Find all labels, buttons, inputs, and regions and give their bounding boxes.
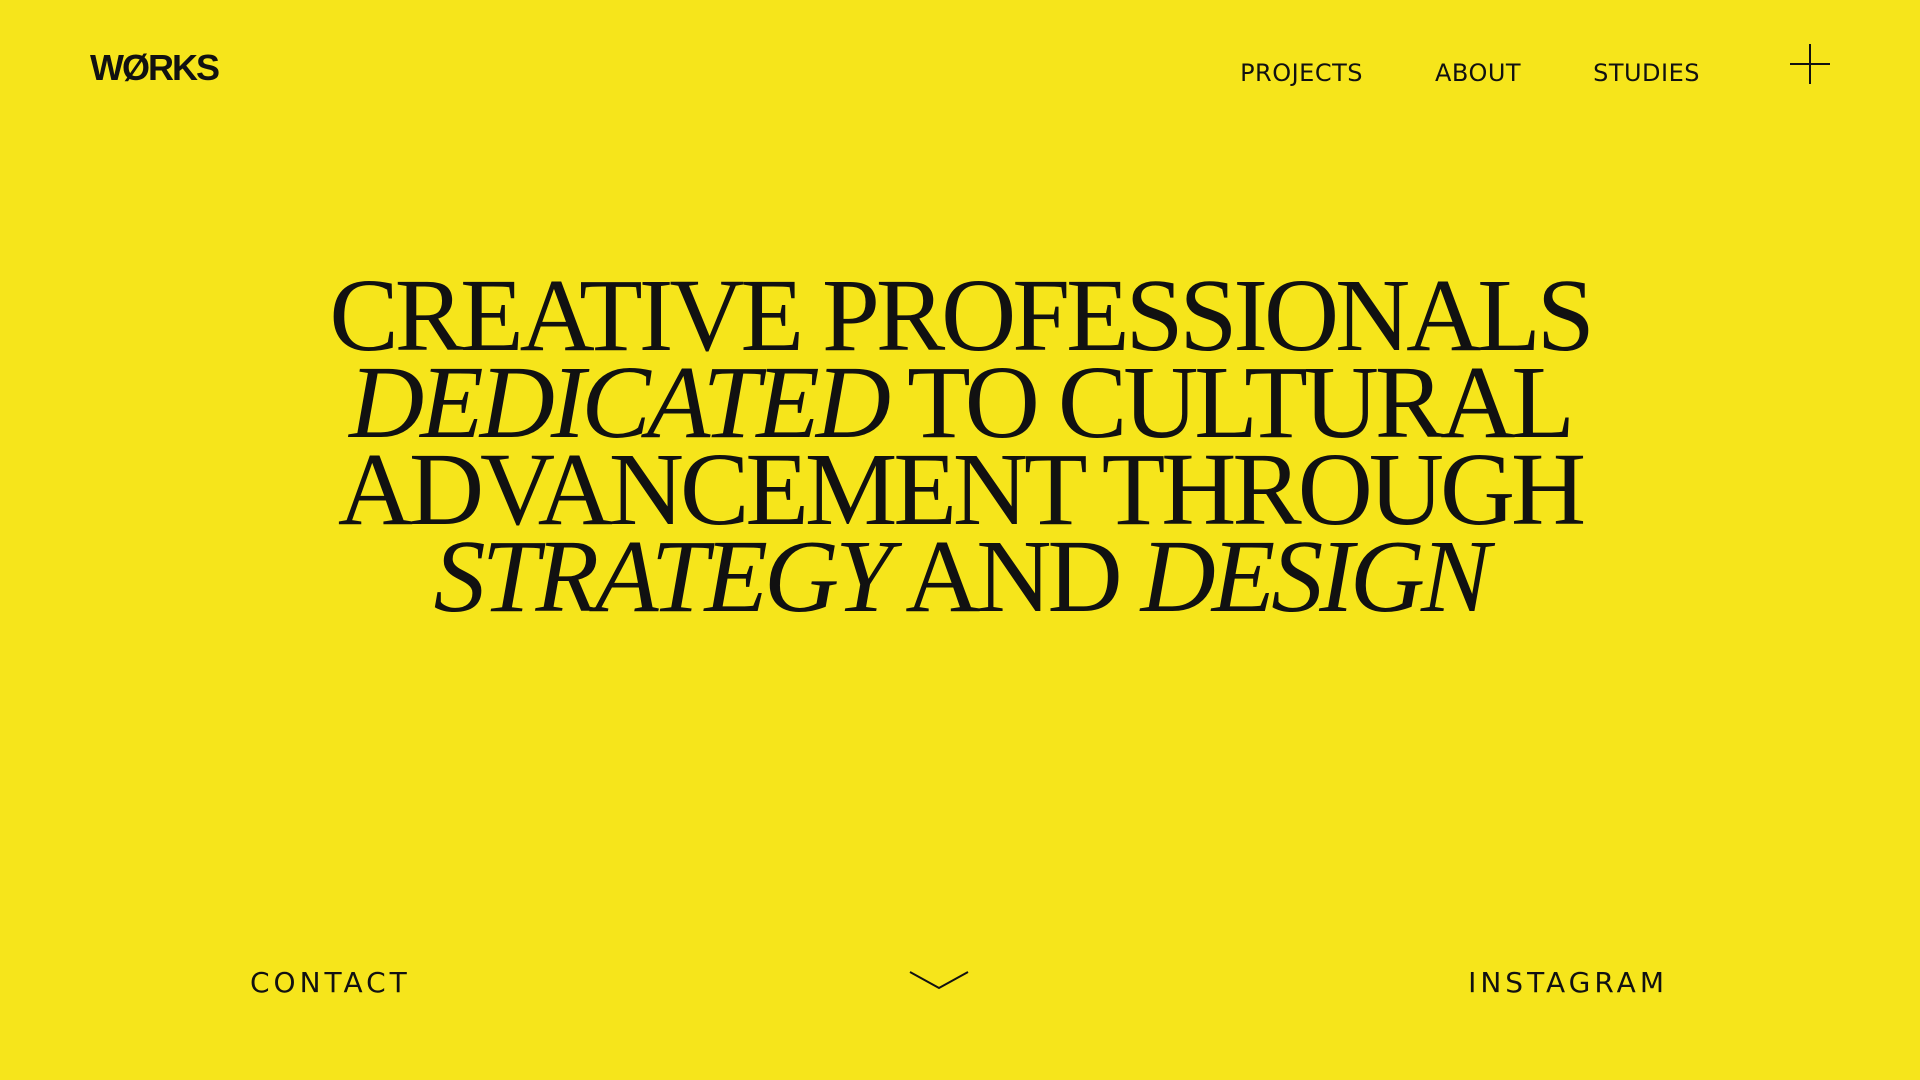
contact-link[interactable]: CONTACT	[250, 966, 411, 1000]
logo[interactable]: WØRKS	[90, 48, 220, 88]
main-nav: PROJECTS ABOUT STUDIES	[1240, 58, 1700, 88]
nav-item-projects[interactable]: PROJECTS	[1240, 58, 1363, 88]
hero-headline: CREATIVE PROFESSIONALS DEDICATED TO CULT…	[200, 264, 1720, 629]
nav-item-about[interactable]: ABOUT	[1435, 58, 1521, 88]
plus-icon[interactable]	[1790, 44, 1830, 84]
hero-line-segment: AND	[889, 519, 1141, 634]
hero-line-segment-italic: STRATEGY	[433, 519, 893, 634]
hero-line-segment-italic: DESIGN	[1140, 519, 1491, 634]
instagram-link[interactable]: INSTAGRAM	[1468, 966, 1668, 1000]
chevron-down-icon[interactable]	[908, 968, 970, 992]
chevron-down-icon-svg	[909, 971, 969, 990]
plus-icon-vertical	[1809, 44, 1811, 84]
nav-item-studies[interactable]: STUDIES	[1593, 58, 1700, 88]
